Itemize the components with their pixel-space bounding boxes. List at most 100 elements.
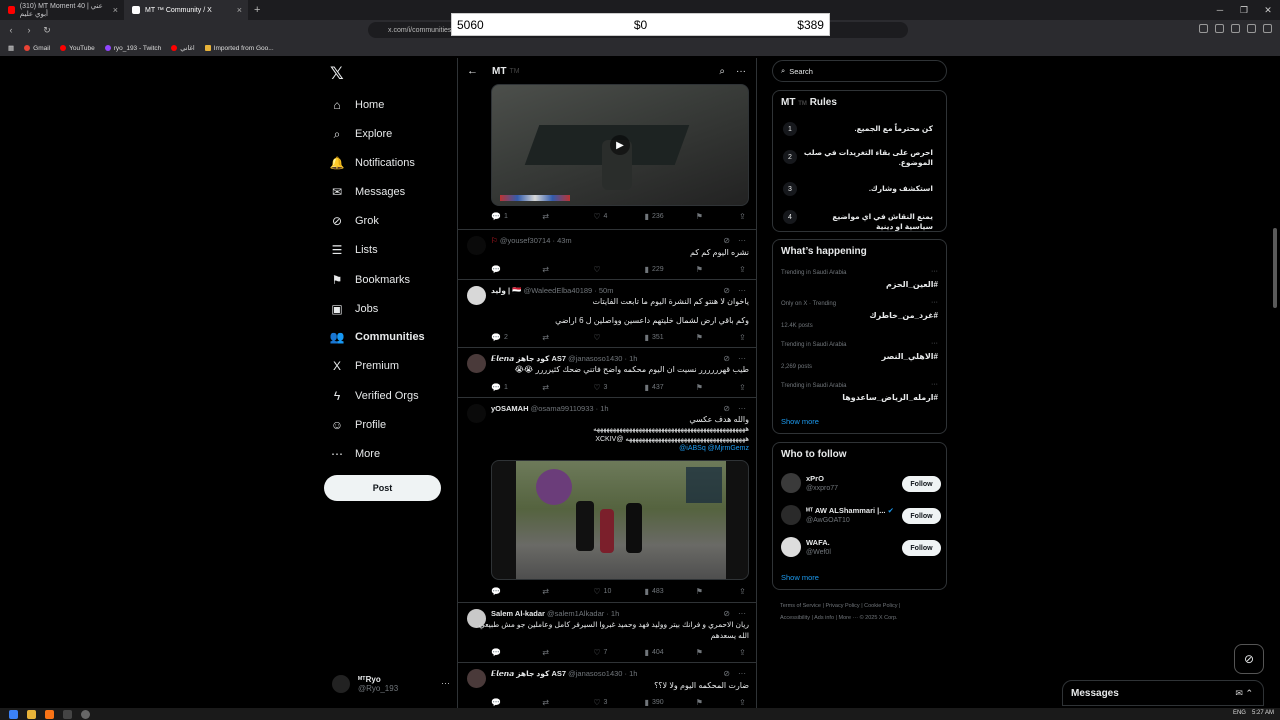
restore-icon[interactable]: ❐	[1232, 0, 1256, 20]
views-button[interactable]: ▮ 404	[645, 648, 673, 657]
post[interactable]: yOSAMAH @osama99110933 · 1h ⊘ ··· والله ه…	[458, 398, 756, 603]
close-window-icon[interactable]: ✕	[1256, 0, 1280, 20]
grok-button[interactable]: ⊘	[1234, 644, 1264, 674]
nav-item-profile[interactable]: ☺ Profile	[330, 414, 386, 436]
bookmark-button[interactable]: ⚑	[696, 333, 716, 342]
repost-button[interactable]: ⇄	[542, 698, 570, 707]
like-button[interactable]: ♡ 3	[593, 383, 621, 392]
brave-icon[interactable]	[45, 709, 54, 719]
like-button[interactable]: ♡ 10	[593, 587, 621, 596]
bookmark-button[interactable]: ⚑	[696, 212, 716, 221]
grok-icon[interactable]: ⊘	[723, 669, 730, 678]
more-dots-icon[interactable]: ···	[931, 340, 938, 347]
more-dots-icon[interactable]: ···	[738, 404, 746, 413]
repost-button[interactable]: ⇄	[542, 265, 570, 274]
repost-button[interactable]: ⇄	[542, 333, 570, 342]
more-dots-icon[interactable]: ···	[931, 381, 938, 388]
post-image[interactable]	[491, 460, 749, 580]
bookmark-button[interactable]: ⚑	[696, 648, 716, 657]
reply-button[interactable]: 💬 1	[491, 212, 519, 221]
back-arrow-icon[interactable]: ←	[467, 65, 478, 77]
settings-icon[interactable]	[81, 709, 90, 719]
grok-icon[interactable]: ⊘	[723, 609, 730, 618]
share-button[interactable]: ⇪	[739, 212, 749, 221]
like-button[interactable]: ♡	[593, 333, 621, 342]
nav-item-explore[interactable]: ⌕ Explore	[330, 123, 393, 145]
post-button[interactable]: Post	[324, 475, 441, 501]
file-explorer-icon[interactable]	[27, 709, 36, 719]
follow-suggestion[interactable]: WAFA. @Wef0l Follow	[781, 537, 941, 561]
follow-suggestion[interactable]: ᴹᵀ AW ALShammari |... ✔ @AwGOAT10 Follow	[781, 505, 941, 529]
compose-and-expand-icons[interactable]: ✉ ⌃	[1235, 688, 1253, 699]
repost-button[interactable]: ⇄	[542, 383, 570, 392]
extension-icon[interactable]	[1215, 24, 1224, 33]
nav-item-more[interactable]: ⋯ More	[330, 443, 380, 465]
grok-icon[interactable]: ⊘	[723, 286, 730, 295]
reply-button[interactable]: 💬	[491, 648, 519, 657]
share-button[interactable]: ⇪	[739, 587, 749, 596]
nav-item-home[interactable]: ⌂ Home	[330, 94, 384, 116]
post[interactable]: 𝙀𝙡𝙚𝙣𝙖 كود جاهز AS7 @janasoso1430 · 1h ⊘ ·…	[458, 348, 756, 398]
follow-suggestion[interactable]: xPrO @xxpro77 Follow	[781, 473, 941, 497]
new-tab-button[interactable]: +	[248, 4, 266, 16]
back-icon[interactable]: ‹	[4, 25, 18, 35]
follow-button[interactable]: Follow	[902, 508, 941, 524]
post[interactable]: 𝙀𝙡𝙚𝙣𝙖 كود جاهز AS7 @janasoso1430 · 1h ⊘ ·…	[458, 663, 756, 708]
post[interactable]: Salem Al-kadar @salem1Alkadar · 1h ⊘ ··· …	[458, 603, 756, 663]
repost-button[interactable]: ⇄	[542, 587, 570, 596]
follow-button[interactable]: Follow	[902, 476, 941, 492]
bookmark-apps-icon[interactable]: ▦	[8, 44, 14, 52]
account-switcher[interactable]: ᴹᵀRyo @Ryo_193 ···	[332, 670, 450, 698]
bookmark-button[interactable]: ⚑	[696, 383, 716, 392]
repost-button[interactable]: ⇄	[542, 648, 570, 657]
minimize-icon[interactable]: ─	[1208, 0, 1232, 20]
more-dots-icon[interactable]: ···	[931, 268, 938, 275]
bookmark-button[interactable]: ⚑	[696, 698, 716, 707]
app-icon[interactable]	[63, 709, 72, 719]
views-button[interactable]: ▮ 351	[645, 333, 673, 342]
reply-button[interactable]: 💬	[491, 265, 519, 274]
nav-item-bookmarks[interactable]: ⚑ Bookmarks	[330, 269, 410, 291]
nav-item-premium[interactable]: X Premium	[330, 355, 399, 377]
close-icon[interactable]: ×	[113, 5, 118, 15]
nav-item-verified-orgs[interactable]: ϟ Verified Orgs	[330, 385, 419, 407]
more-dots-icon[interactable]: ···	[738, 354, 746, 363]
x-logo-icon[interactable]: 𝕏	[330, 64, 344, 84]
grok-icon[interactable]: ⊘	[723, 236, 730, 245]
scrollbar-thumb[interactable]	[1273, 228, 1277, 308]
bookmark-button[interactable]: ⚑	[696, 265, 716, 274]
browser-tab[interactable]: (310) MT Moment 40 | عني أبوي عليم ×	[0, 0, 124, 20]
scrollbar[interactable]	[1272, 58, 1278, 708]
search-icon[interactable]: ⌕	[719, 66, 725, 77]
nav-item-grok[interactable]: ⊘ Grok	[330, 210, 379, 232]
nav-item-notifications[interactable]: 🔔 Notifications	[330, 152, 415, 174]
bookmark-button[interactable]: ⚑	[696, 587, 716, 596]
reply-button[interactable]: 💬	[491, 587, 519, 596]
bookmark-twitch[interactable]: ryo_193 - Twitch	[104, 45, 161, 52]
post[interactable]: ولید | 🇾🇪 @WaleedElba40189 · 50m ⊘ ··· يا…	[458, 280, 756, 348]
bookmark-songs[interactable]: اغاني	[171, 44, 195, 52]
close-icon[interactable]: ×	[237, 5, 242, 15]
forward-icon[interactable]: ›	[22, 25, 36, 35]
nav-item-lists[interactable]: ☰ Lists	[330, 239, 378, 261]
views-button[interactable]: ▮ 437	[645, 383, 673, 392]
repost-button[interactable]: ⇄	[542, 212, 570, 221]
search-input[interactable]: ⌕ Search	[772, 60, 947, 82]
reply-button[interactable]: 💬 1	[491, 383, 519, 392]
browser-tab-active[interactable]: MT ™ Community / X ×	[124, 0, 248, 20]
play-icon[interactable]: ▶	[610, 135, 630, 155]
share-button[interactable]: ⇪	[739, 648, 749, 657]
nav-item-communities[interactable]: 👥 Communities	[330, 326, 425, 348]
views-button[interactable]: ▮ 390	[645, 698, 673, 707]
views-button[interactable]: ▮ 236	[645, 212, 673, 221]
show-more-link[interactable]: Show more	[781, 417, 819, 426]
share-button[interactable]: ⇪	[739, 333, 749, 342]
extension-icon[interactable]	[1199, 24, 1208, 33]
sidebar-icon[interactable]	[1247, 24, 1256, 33]
more-dots-icon[interactable]: ···	[738, 609, 746, 618]
show-more-link[interactable]: Show more	[781, 573, 819, 582]
post[interactable]: ⚐ @yousef30714 · 43m ⊘ ··· نشره اليوم كم …	[458, 230, 756, 280]
more-dots-icon[interactable]: ···	[441, 678, 450, 688]
start-icon[interactable]	[9, 709, 18, 719]
views-button[interactable]: ▮ 483	[645, 587, 673, 596]
